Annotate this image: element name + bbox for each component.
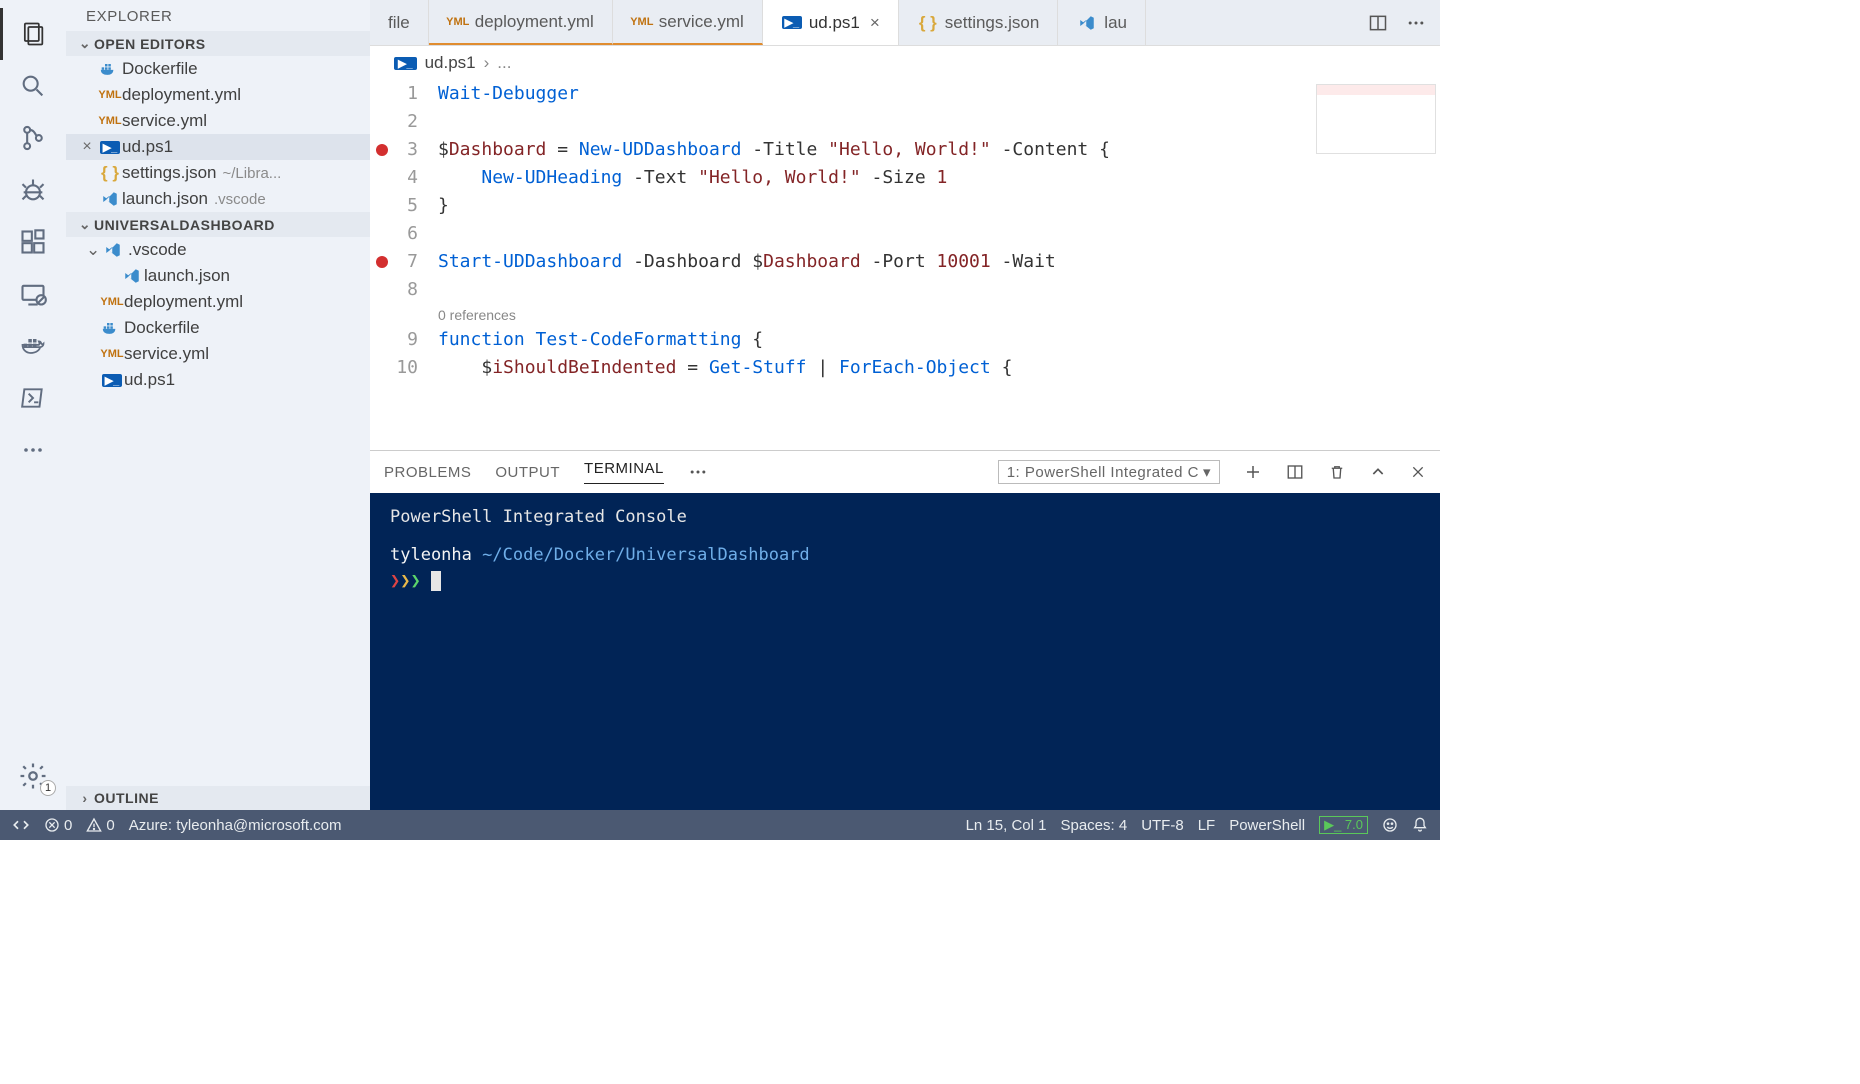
minimap[interactable] xyxy=(1316,84,1436,154)
json-icon: { } xyxy=(101,163,119,183)
file-tree-item[interactable]: Dockerfile xyxy=(66,315,370,341)
panel-more-icon[interactable] xyxy=(688,462,708,482)
new-terminal-icon[interactable] xyxy=(1244,463,1262,481)
terminal-path: ~/Code/Docker/UniversalDashboard xyxy=(482,545,810,565)
explorer-activity-icon[interactable] xyxy=(0,8,66,60)
yaml-icon: YML xyxy=(98,89,121,101)
chevron-down-icon: ⌄ xyxy=(76,35,94,52)
open-editor-item[interactable]: Dockerfile xyxy=(66,56,370,82)
close-icon[interactable]: × xyxy=(76,138,98,156)
language-status[interactable]: PowerShell xyxy=(1229,817,1305,834)
dropdown-icon: ▾ xyxy=(1203,463,1211,481)
panel-tab-problems[interactable]: PROBLEMS xyxy=(384,464,471,481)
file-tree-item[interactable]: YMLservice.yml xyxy=(66,341,370,367)
breadcrumb[interactable]: ▶_ ud.ps1 › ... xyxy=(370,46,1440,80)
cursor-position-status[interactable]: Ln 15, Col 1 xyxy=(966,817,1047,834)
settings-badge: 1 xyxy=(40,780,56,796)
open-editor-item[interactable]: YMLservice.yml xyxy=(66,108,370,134)
powershell-file-icon: ▶_ xyxy=(782,16,803,29)
editor-tab[interactable]: YMLdeployment.yml xyxy=(429,0,613,45)
eol-status[interactable]: LF xyxy=(1198,817,1216,834)
outline-header[interactable]: › OUTLINE xyxy=(66,786,370,810)
editor-tab[interactable]: file xyxy=(370,0,429,45)
explorer-sidebar: EXPLORER ⌄ OPEN EDITORS DockerfileYMLdep… xyxy=(66,0,370,810)
json-icon: { } xyxy=(919,13,937,33)
remote-activity-icon[interactable] xyxy=(0,268,66,320)
spaces-status[interactable]: Spaces: 4 xyxy=(1060,817,1127,834)
open-editors-header[interactable]: ⌄ OPEN EDITORS xyxy=(66,31,370,56)
breakpoint-icon[interactable] xyxy=(376,144,388,156)
activity-bar: 1 xyxy=(0,0,66,810)
vscode-icon xyxy=(123,267,141,285)
powershell-file-icon: ▶_ xyxy=(100,141,121,154)
chevron-down-icon: ⌄ xyxy=(86,240,104,260)
yaml-icon: YML xyxy=(100,296,123,308)
file-tree-item[interactable]: ▶_ud.ps1 xyxy=(66,367,370,393)
panel-tab-terminal[interactable]: TERMINAL xyxy=(584,460,664,484)
more-tabs-icon[interactable] xyxy=(1406,13,1426,33)
vscode-folder-icon xyxy=(104,241,128,259)
warnings-status[interactable]: 0 xyxy=(86,817,114,834)
chevron-right-icon: › xyxy=(76,790,94,806)
yaml-icon: YML xyxy=(446,16,469,28)
file-tree-item[interactable]: YMLdeployment.yml xyxy=(66,289,370,315)
docker-activity-icon[interactable] xyxy=(0,320,66,372)
vscode-icon xyxy=(101,190,119,208)
code-editor[interactable]: 12345678910 Wait-Debugger$Dashboard = Ne… xyxy=(370,80,1440,450)
terminal-select[interactable]: 1: PowerShell Integrated C ▾ xyxy=(998,460,1220,484)
notifications-icon[interactable] xyxy=(1412,817,1428,833)
open-editor-item[interactable]: { }settings.json~/Libra... xyxy=(66,160,370,186)
docker-icon xyxy=(102,320,122,336)
powershell-version-status[interactable]: ▶_ 7.0 xyxy=(1319,816,1368,834)
split-terminal-icon[interactable] xyxy=(1286,463,1304,481)
powershell-file-icon: ▶_ xyxy=(102,374,123,387)
close-panel-icon[interactable] xyxy=(1410,464,1426,480)
chevron-down-icon: ⌄ xyxy=(76,216,94,233)
docker-icon xyxy=(100,61,120,77)
terminal-cursor xyxy=(431,571,441,591)
powershell-file-icon: ▶_ xyxy=(394,57,417,70)
more-activity-icon[interactable] xyxy=(0,424,66,476)
open-editor-item[interactable]: launch.json.vscode xyxy=(66,186,370,212)
yaml-icon: YML xyxy=(630,16,653,28)
terminal-user: tyleonha xyxy=(390,545,472,565)
remote-status-icon[interactable] xyxy=(12,816,30,834)
split-editor-icon[interactable] xyxy=(1368,13,1388,33)
powershell-activity-icon[interactable] xyxy=(0,372,66,424)
debug-activity-icon[interactable] xyxy=(0,164,66,216)
breakpoint-icon[interactable] xyxy=(376,256,388,268)
feedback-icon[interactable] xyxy=(1382,817,1398,833)
open-editor-item[interactable]: YMLdeployment.yml xyxy=(66,82,370,108)
settings-activity-icon[interactable]: 1 xyxy=(0,750,66,802)
file-tree-item[interactable]: launch.json xyxy=(66,263,370,289)
maximize-panel-icon[interactable] xyxy=(1370,464,1386,480)
search-activity-icon[interactable] xyxy=(0,60,66,112)
close-tab-icon[interactable]: × xyxy=(870,13,880,33)
vscode-icon xyxy=(1078,14,1096,32)
editor-area: fileYMLdeployment.ymlYMLservice.yml▶_ud.… xyxy=(370,0,1440,810)
terminal-title: PowerShell Integrated Console xyxy=(390,507,1420,533)
source-control-activity-icon[interactable] xyxy=(0,112,66,164)
editor-tab[interactable]: { }settings.json xyxy=(899,0,1059,45)
azure-status[interactable]: Azure: tyleonha@microsoft.com xyxy=(129,817,342,834)
sidebar-title: EXPLORER xyxy=(66,0,370,31)
prompt-icon: ❯ xyxy=(390,571,400,591)
folder-vscode[interactable]: ⌄ .vscode xyxy=(66,237,370,263)
extensions-activity-icon[interactable] xyxy=(0,216,66,268)
status-bar: 0 0 Azure: tyleonha@microsoft.com Ln 15,… xyxy=(0,810,1440,840)
editor-tab[interactable]: YMLservice.yml xyxy=(613,0,763,45)
open-editor-item[interactable]: ×▶_ud.ps1 xyxy=(66,134,370,160)
yaml-icon: YML xyxy=(100,348,123,360)
encoding-status[interactable]: UTF-8 xyxy=(1141,817,1184,834)
editor-tab[interactable]: ▶_ud.ps1× xyxy=(763,0,899,45)
editor-tab[interactable]: lau xyxy=(1058,0,1146,45)
panel-tab-output[interactable]: OUTPUT xyxy=(495,464,560,481)
bottom-panel: PROBLEMS OUTPUT TERMINAL 1: PowerShell I… xyxy=(370,450,1440,810)
editor-tabs: fileYMLdeployment.ymlYMLservice.yml▶_ud.… xyxy=(370,0,1440,46)
errors-status[interactable]: 0 xyxy=(44,817,72,834)
terminal[interactable]: PowerShell Integrated Console tyleonha ~… xyxy=(370,493,1440,810)
workspace-header[interactable]: ⌄ UNIVERSALDASHBOARD xyxy=(66,212,370,237)
yaml-icon: YML xyxy=(98,115,121,127)
kill-terminal-icon[interactable] xyxy=(1328,463,1346,481)
